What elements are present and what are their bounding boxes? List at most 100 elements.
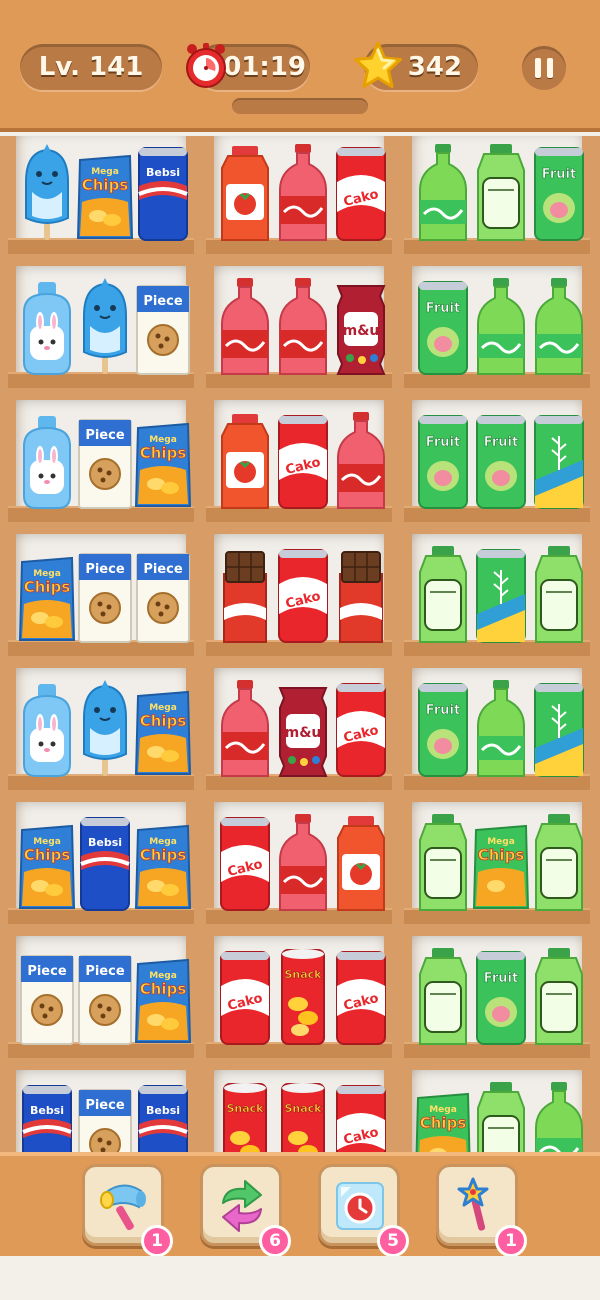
tomato-juice-item[interactable] bbox=[332, 812, 390, 912]
shark-item[interactable] bbox=[18, 142, 76, 242]
shelf-slot bbox=[404, 534, 590, 656]
bebsi-item[interactable]: Bebsi bbox=[18, 1080, 76, 1152]
svg-text:Piece: Piece bbox=[85, 428, 125, 443]
green-bottle-item[interactable] bbox=[472, 678, 530, 778]
magic-wand-icon bbox=[457, 1177, 489, 1231]
soda-bottle-item[interactable] bbox=[216, 678, 274, 778]
bunny-pouch-item[interactable] bbox=[18, 276, 76, 376]
fruit-can-item[interactable]: Fruit bbox=[472, 946, 530, 1046]
shelf-items: Fruit bbox=[412, 136, 584, 242]
shelf-items: m&u Cako bbox=[214, 666, 386, 778]
svg-text:Fruit: Fruit bbox=[542, 167, 576, 182]
green-bottle-item[interactable] bbox=[414, 142, 472, 242]
piece-box-item[interactable]: Piece bbox=[76, 544, 134, 644]
green-chips-item[interactable]: Mega Chips bbox=[472, 812, 530, 912]
snack-tube-item[interactable]: Snack bbox=[216, 1080, 274, 1152]
hammer-count-badge: 1 bbox=[141, 1225, 173, 1257]
shark-item[interactable] bbox=[76, 276, 134, 376]
cako-can-item[interactable]: Cako bbox=[216, 812, 274, 912]
svg-text:Chips: Chips bbox=[420, 1114, 467, 1132]
piece-box-item[interactable]: Piece bbox=[76, 946, 134, 1046]
chips-item[interactable]: Mega Chips bbox=[134, 410, 192, 510]
shelf-slot: Bebsi Piece Bebsi bbox=[8, 1070, 194, 1152]
chocolate-item[interactable] bbox=[216, 544, 274, 644]
soda-bottle-item[interactable] bbox=[216, 276, 274, 376]
bebsi-item[interactable]: Bebsi bbox=[134, 142, 192, 242]
green-bottle-item[interactable] bbox=[530, 276, 588, 376]
shelf-items: Piece Piece Mega Chips bbox=[16, 934, 192, 1046]
snack-tube-item[interactable]: Snack bbox=[274, 1080, 332, 1152]
soda-bottle-item[interactable] bbox=[274, 276, 332, 376]
fruit-can-item[interactable]: Fruit bbox=[530, 142, 588, 242]
soda-bottle-item[interactable] bbox=[332, 410, 390, 510]
leaf-can-item[interactable] bbox=[530, 678, 588, 778]
piece-box-item[interactable]: Piece bbox=[76, 410, 134, 510]
shuffle-booster-button[interactable]: 6 bbox=[200, 1164, 291, 1257]
chocolate-item[interactable] bbox=[332, 544, 390, 644]
shelf-slot: Piece Piece Mega Chips bbox=[8, 936, 194, 1058]
chips-item[interactable]: Mega Chips bbox=[76, 142, 134, 242]
cako-can-item[interactable]: Cako bbox=[332, 1080, 390, 1152]
chips-item[interactable]: Mega Chips bbox=[134, 946, 192, 1046]
magic-wand-booster-button[interactable]: 1 bbox=[436, 1164, 527, 1257]
fruit-bottle-item[interactable] bbox=[530, 812, 588, 912]
mu-candy-item[interactable]: m&u bbox=[332, 276, 390, 376]
bunny-pouch-item[interactable] bbox=[18, 678, 76, 778]
chips-item[interactable]: Mega Chips bbox=[18, 544, 76, 644]
green-chips-item[interactable]: Mega Chips bbox=[414, 1080, 472, 1152]
fruit-bottle-item[interactable] bbox=[414, 544, 472, 644]
shelf-items: Mega Chips bbox=[412, 1068, 583, 1152]
fruit-can-item[interactable]: Fruit bbox=[414, 276, 472, 376]
fruit-bottle-item[interactable] bbox=[530, 946, 588, 1046]
cako-can-item[interactable]: Cako bbox=[332, 946, 390, 1046]
hammer-booster-button[interactable]: 1 bbox=[82, 1164, 173, 1257]
shelf-slot: Piece Mega Chips bbox=[8, 400, 194, 522]
shelf-slot: m&u Cako bbox=[206, 668, 392, 790]
bebsi-item[interactable]: Bebsi bbox=[76, 812, 134, 912]
piece-box-item[interactable]: Piece bbox=[134, 276, 192, 376]
cako-can-item[interactable]: Cako bbox=[274, 544, 332, 644]
fruit-bottle-item[interactable] bbox=[472, 142, 530, 242]
piece-box-item[interactable]: Piece bbox=[134, 544, 192, 644]
cako-can-item[interactable]: Cako bbox=[332, 678, 390, 778]
leaf-can-item[interactable] bbox=[530, 410, 588, 510]
soda-bottle-item[interactable] bbox=[274, 142, 332, 242]
fruit-can-item[interactable]: Fruit bbox=[472, 410, 530, 510]
cako-can-item[interactable]: Cako bbox=[216, 946, 274, 1046]
freeze-booster-button[interactable]: 5 bbox=[318, 1164, 409, 1257]
svg-text:Chips: Chips bbox=[82, 176, 129, 194]
bebsi-item[interactable]: Bebsi bbox=[134, 1080, 192, 1152]
soda-bottle-item[interactable] bbox=[274, 812, 332, 912]
fruit-can-item[interactable]: Fruit bbox=[414, 678, 472, 778]
fruit-bottle-item[interactable] bbox=[472, 1080, 530, 1152]
fruit-can-item[interactable]: Fruit bbox=[414, 410, 472, 510]
leaf-can-item[interactable] bbox=[472, 544, 530, 644]
shelf-items: Fruit bbox=[412, 264, 583, 376]
svg-text:Bebsi: Bebsi bbox=[146, 1104, 180, 1117]
piece-box-item[interactable]: Piece bbox=[76, 1080, 134, 1152]
fruit-bottle-item[interactable] bbox=[530, 544, 588, 644]
mu-candy-item[interactable]: m&u bbox=[274, 678, 332, 778]
alarm-clock-icon bbox=[182, 40, 230, 90]
chips-item[interactable]: Mega Chips bbox=[18, 812, 76, 912]
cako-can-item[interactable]: Cako bbox=[332, 142, 390, 242]
level-indicator: Lv. 141 bbox=[20, 44, 162, 90]
bottom-safe-area bbox=[0, 1256, 600, 1300]
shark-item[interactable] bbox=[76, 678, 134, 778]
green-bottle-item[interactable] bbox=[530, 1080, 588, 1152]
piece-box-item[interactable]: Piece bbox=[18, 946, 76, 1046]
chips-item[interactable]: Mega Chips bbox=[134, 812, 192, 912]
star-icon bbox=[352, 40, 404, 92]
fruit-bottle-item[interactable] bbox=[414, 812, 472, 912]
svg-text:Chips: Chips bbox=[140, 846, 187, 864]
pause-button[interactable] bbox=[522, 46, 566, 90]
cako-can-item[interactable]: Cako bbox=[274, 410, 332, 510]
green-bottle-item[interactable] bbox=[472, 276, 530, 376]
fruit-bottle-item[interactable] bbox=[414, 946, 472, 1046]
bunny-pouch-item[interactable] bbox=[18, 410, 76, 510]
chips-item[interactable]: Mega Chips bbox=[134, 678, 192, 778]
snack-tube-item[interactable]: Snack bbox=[274, 946, 332, 1046]
shelf-drag-handle[interactable] bbox=[232, 98, 368, 114]
tomato-juice-item[interactable] bbox=[216, 410, 274, 510]
tomato-juice-item[interactable] bbox=[216, 142, 274, 242]
